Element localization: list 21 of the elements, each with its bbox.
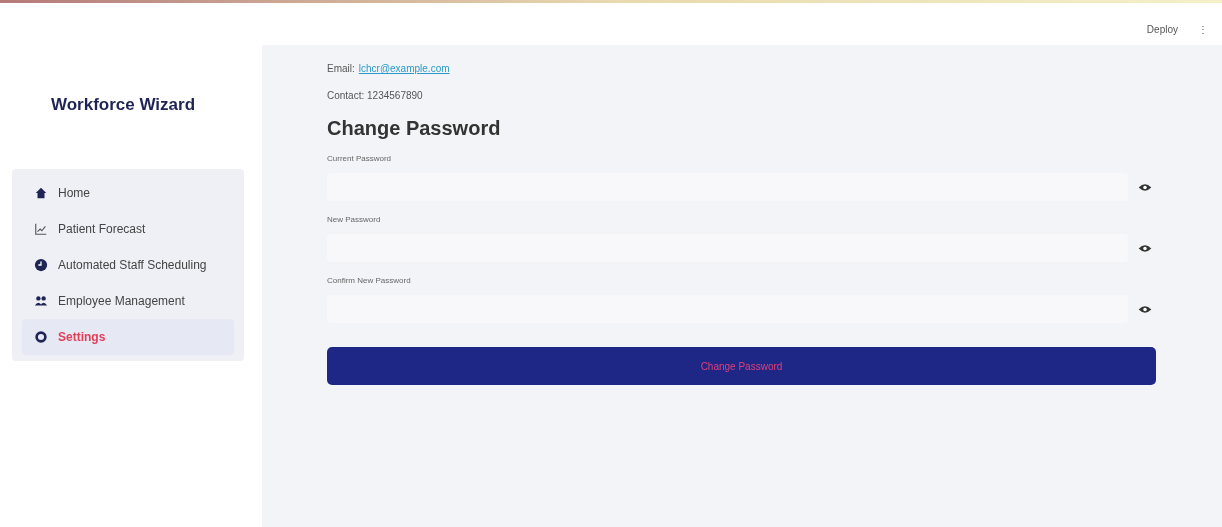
sidebar-item[interactable]: Home [22, 175, 234, 211]
eye-icon[interactable] [1138, 304, 1152, 314]
field-label: Current Password [327, 154, 393, 163]
deploy-link[interactable]: Deploy [1146, 23, 1178, 35]
gear-icon [34, 330, 48, 344]
home-icon [34, 186, 48, 200]
section-heading: Change Password [327, 117, 502, 140]
eye-icon[interactable] [1138, 243, 1152, 253]
app-title: Workforce Wizard [49, 95, 197, 116]
field-label: Confirm New Password [327, 276, 412, 285]
sidebar-item[interactable]: Automated Staff Scheduling [22, 247, 234, 283]
sidebar-item[interactable]: Employee Management [22, 283, 234, 319]
people-icon [34, 294, 48, 308]
field-label: New Password [327, 215, 382, 224]
email-label: Email: [327, 63, 355, 74]
eye-icon[interactable] [1138, 182, 1152, 192]
sidebar-item[interactable]: Patient Forecast [22, 211, 234, 247]
clock-icon [34, 258, 48, 272]
contact-text: Contact: 1234567890 [327, 90, 424, 101]
menu-button[interactable]: ⋮ [1198, 23, 1208, 35]
chart-icon [34, 222, 48, 236]
